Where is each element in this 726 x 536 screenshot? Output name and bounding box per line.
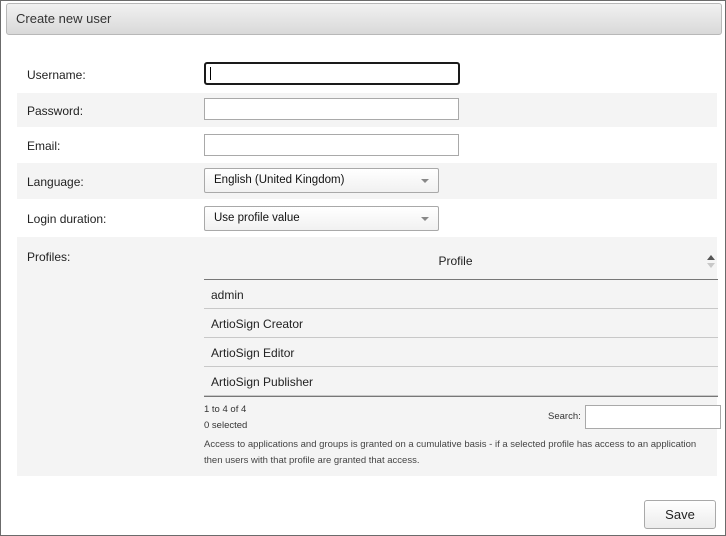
username-field[interactable] — [204, 62, 460, 85]
profile-name: ArtioSign Editor — [211, 346, 295, 360]
login-duration-label: Login duration: — [27, 212, 107, 226]
username-label: Username: — [27, 68, 86, 82]
grid-selected-count: 0 selected — [204, 420, 248, 431]
email-label: Email: — [27, 139, 61, 153]
profile-name: ArtioSign Creator — [211, 317, 304, 331]
profiles-search-input[interactable] — [585, 405, 721, 429]
chevron-down-icon — [421, 217, 429, 221]
profiles-row: Profiles: Profile admin ArtioSign Creato… — [17, 237, 721, 476]
profiles-grid-header[interactable]: Profile — [204, 245, 718, 280]
dialog-title: Create new user — [16, 11, 112, 26]
login-duration-row: Login duration: Use profile value — [17, 199, 717, 236]
save-button[interactable]: Save — [644, 500, 716, 529]
email-row: Email: — [17, 128, 717, 162]
language-row: Language: English (United Kingdom) — [17, 163, 717, 199]
help-text-line-2: then users with that profile are granted… — [204, 455, 420, 466]
dialog-titlebar: Create new user — [6, 3, 722, 35]
profile-row-artiosign-editor[interactable]: ArtioSign Editor — [204, 338, 718, 367]
login-duration-select[interactable]: Use profile value — [204, 206, 439, 231]
grid-bottom-border — [204, 396, 718, 397]
password-row: Password: — [17, 93, 717, 127]
text-caret — [210, 67, 211, 80]
profiles-help-text: Access to applications and groups is gra… — [204, 437, 720, 469]
login-duration-select-value: Use profile value — [214, 212, 300, 224]
profiles-label: Profiles: — [27, 250, 71, 264]
email-field[interactable] — [204, 134, 459, 156]
profile-row-artiosign-publisher[interactable]: ArtioSign Publisher — [204, 367, 718, 396]
username-row: Username: — [17, 58, 717, 92]
password-field[interactable] — [204, 98, 459, 120]
column-header-profile: Profile — [438, 254, 473, 268]
profile-name: admin — [211, 288, 244, 302]
grid-range-text: 1 to 4 of 4 — [204, 404, 247, 415]
password-label: Password: — [27, 104, 84, 118]
profile-name: ArtioSign Publisher — [211, 375, 314, 389]
help-text-line-1: Access to applications and groups is gra… — [204, 439, 697, 450]
language-select-value: English (United Kingdom) — [214, 174, 345, 186]
sort-icon[interactable] — [706, 251, 716, 271]
language-label: Language: — [27, 175, 84, 189]
language-select[interactable]: English (United Kingdom) — [204, 168, 439, 193]
profile-row-admin[interactable]: admin — [204, 280, 718, 309]
chevron-down-icon — [421, 179, 429, 183]
profile-row-artiosign-creator[interactable]: ArtioSign Creator — [204, 309, 718, 338]
search-label: Search: — [548, 411, 581, 422]
create-user-dialog: Create new user Username: Password: Emai… — [0, 0, 726, 536]
